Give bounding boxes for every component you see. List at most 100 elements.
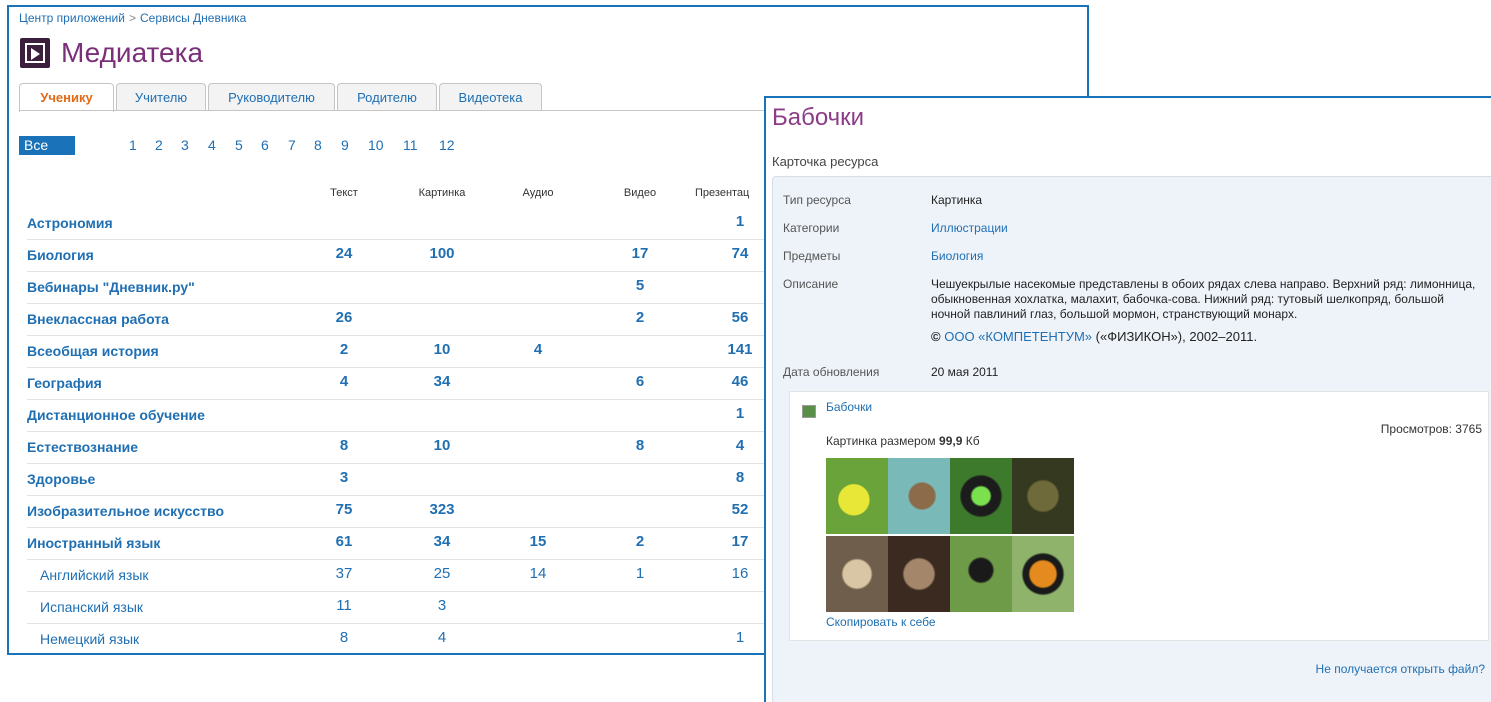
count-cell[interactable]: 34 (412, 367, 472, 397)
tab-parent[interactable]: Родителю (337, 83, 437, 111)
count-cell[interactable]: 4 (314, 367, 374, 397)
count-cell[interactable]: 8 (314, 623, 374, 653)
views-count: Просмотров: 3765 (1380, 422, 1482, 436)
copyright-rest: («ФИЗИКОН»), 2002–2011. (1095, 329, 1258, 344)
subject-link[interactable]: Естествознание (27, 431, 138, 463)
grade-link[interactable]: 1 (129, 136, 137, 155)
count-cell[interactable]: 74 (710, 239, 770, 269)
grade-all-button[interactable]: Все классы (19, 136, 76, 172)
category-link[interactable]: Иллюстрации (931, 221, 1008, 235)
type-value: Картинка (931, 193, 983, 207)
count-cell[interactable]: 17 (710, 527, 770, 557)
count-cell[interactable]: 52 (710, 495, 770, 525)
updated-value: 20 мая 2011 (931, 365, 999, 379)
subject-link[interactable]: Астрономия (27, 207, 113, 239)
count-cell[interactable]: 37 (314, 559, 374, 589)
count-cell[interactable]: 10 (412, 431, 472, 461)
type-label: Тип ресурса (783, 193, 851, 207)
breadcrumb-root-link[interactable]: Центр приложений (19, 11, 125, 25)
count-cell[interactable]: 56 (710, 303, 770, 333)
count-cell[interactable]: 8 (314, 431, 374, 461)
subject-link[interactable]: Испанский язык (40, 591, 143, 623)
file-link[interactable]: Бабочки (826, 400, 872, 414)
grade-link[interactable]: 4 (208, 136, 216, 155)
subject-link[interactable]: Биология (931, 249, 983, 263)
count-cell[interactable]: 3 (412, 591, 472, 621)
butterfly-thumb (888, 458, 950, 534)
count-cell[interactable]: 5 (610, 271, 670, 301)
subject-label: Предметы (783, 249, 841, 263)
count-cell[interactable]: 4 (508, 335, 568, 365)
grade-link[interactable]: 8 (314, 136, 322, 155)
count-cell[interactable]: 11 (314, 591, 374, 621)
count-cell[interactable]: 1 (710, 399, 770, 429)
subject-link[interactable]: География (27, 367, 102, 399)
subject-link[interactable]: Здоровье (27, 463, 95, 495)
count-cell[interactable]: 141 (710, 335, 770, 365)
file-size-value: 99,9 (939, 434, 963, 448)
count-cell[interactable]: 25 (412, 559, 472, 589)
count-cell[interactable]: 24 (314, 239, 374, 269)
copyright-symbol: © (931, 329, 941, 344)
count-cell[interactable]: 323 (412, 495, 472, 525)
count-cell[interactable]: 4 (710, 431, 770, 461)
tab-teacher[interactable]: Учителю (116, 83, 206, 111)
count-cell[interactable]: 46 (710, 367, 770, 397)
grade-link[interactable]: 5 (235, 136, 243, 155)
breadcrumb-current-link[interactable]: Сервисы Дневника (140, 11, 246, 25)
column-header-image: Картинка (418, 187, 466, 199)
subject-link[interactable]: Внеклассная работа (27, 303, 169, 335)
subject-link[interactable]: Всеобщая история (27, 335, 159, 367)
description-text: Чешуекрылые насекомые представлены в обо… (931, 277, 1476, 321)
count-cell[interactable]: 1 (710, 623, 770, 653)
count-cell[interactable]: 2 (610, 303, 670, 333)
subject-link[interactable]: Дистанционное обучение (27, 399, 205, 431)
grade-link[interactable]: 12 (439, 136, 455, 155)
tab-student[interactable]: Ученику (19, 83, 114, 112)
count-cell[interactable]: 16 (710, 559, 770, 589)
copy-to-me-link[interactable]: Скопировать к себе (826, 615, 936, 629)
count-cell[interactable]: 10 (412, 335, 472, 365)
count-cell[interactable]: 6 (610, 367, 670, 397)
file-size: Картинка размером 99,9 Кб (826, 434, 980, 448)
count-cell[interactable]: 2 (610, 527, 670, 557)
grade-link[interactable]: 6 (261, 136, 269, 155)
tab-video-library[interactable]: Видеотека (439, 83, 542, 111)
count-cell[interactable]: 34 (412, 527, 472, 557)
grade-link[interactable]: 9 (341, 136, 349, 155)
subject-link[interactable]: Немецкий язык (40, 623, 139, 653)
count-cell[interactable]: 15 (508, 527, 568, 557)
count-cell[interactable]: 1 (710, 207, 770, 237)
cant-open-file-link[interactable]: Не получается открыть файл? (1316, 662, 1485, 676)
count-cell[interactable]: 75 (314, 495, 374, 525)
copyright-owner-link[interactable]: ООО «КОМПЕТЕНТУМ» (944, 329, 1092, 344)
grade-link[interactable]: 7 (288, 136, 296, 155)
tab-director[interactable]: Руководителю (208, 83, 335, 111)
grade-link[interactable]: 2 (155, 136, 163, 155)
subject-link[interactable]: Биология (27, 239, 94, 271)
description-label: Описание (783, 277, 839, 291)
count-cell[interactable]: 3 (314, 463, 374, 493)
page-title: Медиатека (61, 37, 204, 68)
grade-link[interactable]: 3 (181, 136, 189, 155)
count-cell[interactable]: 17 (610, 239, 670, 269)
count-cell[interactable]: 4 (412, 623, 472, 653)
butterfly-image-preview[interactable] (826, 458, 1076, 612)
count-cell[interactable]: 8 (610, 431, 670, 461)
count-cell[interactable]: 26 (314, 303, 374, 333)
grade-link[interactable]: 10 (368, 136, 384, 155)
count-cell[interactable]: 2 (314, 335, 374, 365)
subject-link[interactable]: Вебинары "Дневник.ру" (27, 271, 195, 303)
grade-link[interactable]: 11 (403, 136, 418, 155)
subject-link[interactable]: Иностранный язык (27, 527, 160, 559)
butterfly-thumb (1012, 536, 1074, 612)
file-panel: Бабочки Просмотров: 3765 Картинка размер… (789, 391, 1489, 641)
count-cell[interactable]: 100 (412, 239, 472, 269)
count-cell[interactable]: 14 (508, 559, 568, 589)
subject-link[interactable]: Изобразительное искусство (27, 495, 224, 527)
count-cell[interactable]: 1 (610, 559, 670, 589)
subject-link[interactable]: Английский язык (40, 559, 149, 591)
resource-card-window: Бабочки Карточка ресурса Тип ресурса Кар… (764, 96, 1491, 702)
count-cell[interactable]: 8 (710, 463, 770, 493)
count-cell[interactable]: 61 (314, 527, 374, 557)
